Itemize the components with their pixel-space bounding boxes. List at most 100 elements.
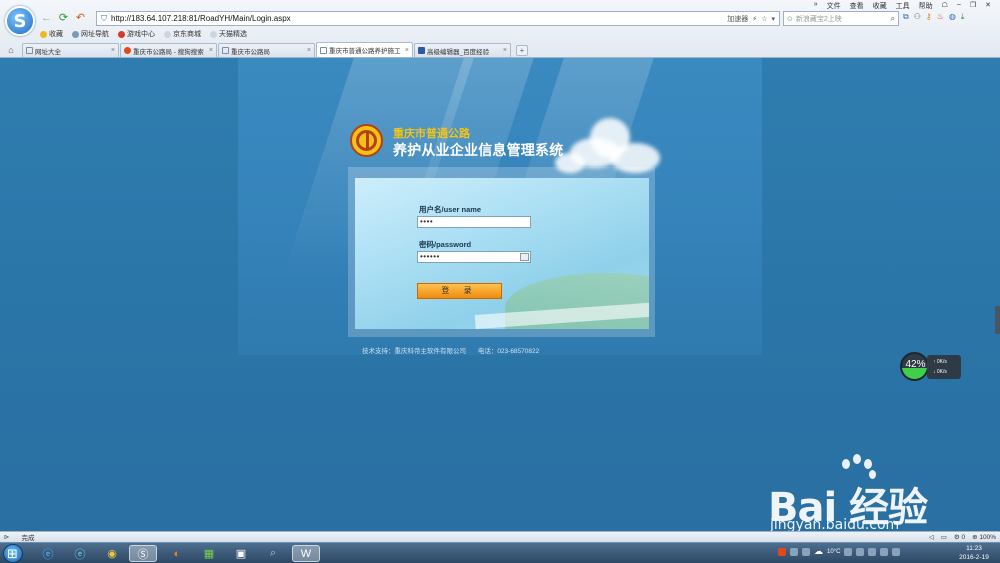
home-icon[interactable]: ⌂	[0, 43, 22, 57]
undo-icon[interactable]: ↶	[74, 12, 87, 25]
tab-close-icon[interactable]: ×	[307, 47, 311, 54]
address-bar[interactable]: ⛉ http://183.64.107.218:81/RoadYH/Main/L…	[96, 11, 780, 26]
dropdown-icon[interactable]: ▾	[771, 15, 775, 23]
tab-close-icon[interactable]: ×	[209, 47, 213, 54]
security-shield-icon: ⛉	[101, 13, 107, 23]
star-icon[interactable]: ☆	[761, 15, 767, 23]
tab-login-system[interactable]: 重庆市普通公路养护施工 ×	[316, 42, 413, 57]
shop-icon[interactable]: ♨	[937, 12, 944, 22]
page-icon	[210, 30, 217, 38]
page-icon	[222, 47, 229, 54]
tray-flag-icon[interactable]	[868, 547, 877, 556]
skin-icon[interactable]: ☖	[941, 1, 949, 11]
zoom-level[interactable]: ⊕ 100%	[972, 533, 996, 541]
menu-view[interactable]: 查看	[849, 1, 865, 11]
browser-chrome: S » 文件 查看 收藏 工具 帮助 ☖ – ❐ ✕ ← ⟳ ↶ ⛉ http:…	[0, 0, 1000, 58]
minimize-icon[interactable]: –	[956, 1, 962, 11]
translate-icon[interactable]: ⧉	[903, 12, 909, 22]
tab-close-icon[interactable]: ×	[405, 47, 409, 54]
search-box[interactable]: ⊙ 新浪藏宝2上映 ⌕	[783, 11, 899, 26]
search-icon-left: ⊙	[787, 15, 793, 23]
bookmark-favorites[interactable]: 收藏	[40, 29, 63, 39]
ie-icon[interactable]: ⓔ	[34, 545, 62, 562]
count-badge[interactable]: ⚙ 0	[954, 533, 965, 541]
username-label: 用户名/user name	[419, 205, 482, 214]
globe-icon[interactable]: ◍	[949, 12, 956, 22]
accelerator-label[interactable]: 加速器	[727, 14, 748, 24]
start-button[interactable]	[3, 544, 23, 563]
tab-editor[interactable]: 高级编辑器_百度经验 ×	[414, 43, 511, 57]
search-input[interactable]: 新浪藏宝2上映	[796, 14, 842, 24]
ie-alt-icon[interactable]: ⓔ	[66, 545, 94, 562]
network-speed-widget[interactable]: 42% ↑ 0K/s ↓ 0K/s	[900, 352, 962, 381]
chrome-like-icon[interactable]: ◉	[98, 545, 126, 562]
sound-icon[interactable]: ◁	[929, 533, 934, 541]
menu-file[interactable]: 文件	[826, 1, 842, 11]
weather-icon[interactable]: ☁	[814, 546, 823, 557]
side-panel-handle[interactable]	[995, 306, 1000, 334]
wps-icon[interactable]: W	[292, 545, 320, 562]
phone-text: 电话：023-68570822	[477, 348, 540, 355]
firefox-icon[interactable]: ◐	[163, 545, 191, 562]
login-button[interactable]: 登 录	[417, 283, 502, 299]
top-menu: » 文件 查看 收藏 工具 帮助 ☖ – ❐ ✕	[813, 1, 992, 11]
org-title: 重庆市普通公路	[393, 128, 470, 140]
menu-help[interactable]: 帮助	[918, 1, 934, 11]
bookmark-bar: 收藏 网址导航 游戏中心 京东商城 天猫精选	[40, 29, 247, 39]
address-url[interactable]: http://183.64.107.218:81/RoadYH/Main/Log…	[111, 14, 291, 23]
tab-highway-bureau[interactable]: 重庆市公路局 ×	[218, 43, 315, 57]
tray-network-icon[interactable]	[880, 547, 889, 556]
bookmark-jd[interactable]: 京东商城	[164, 29, 201, 39]
upload-rate: ↑ 0K/s	[933, 359, 947, 365]
window-icon[interactable]: ▭	[941, 533, 947, 541]
extension-icon[interactable]: ⚇	[914, 12, 921, 22]
tray-sogou-icon[interactable]	[778, 547, 786, 556]
sogou-browser-logo-icon[interactable]: S	[5, 6, 35, 36]
sogou-icon	[124, 47, 131, 54]
page-icon	[320, 46, 327, 54]
password-input[interactable]: ••••••	[417, 251, 531, 263]
password-label: 密码/password	[419, 240, 472, 249]
tray-shield-icon[interactable]	[844, 547, 853, 556]
new-tab-button[interactable]: +	[516, 45, 528, 56]
clock-time: 11:23	[966, 545, 982, 552]
tab-search-results[interactable]: 重庆市公路局 - 搜狗搜索 ×	[120, 43, 217, 57]
menu-favorites[interactable]: 收藏	[872, 1, 888, 11]
game-icon	[118, 30, 125, 38]
close-icon[interactable]: ✕	[984, 1, 992, 11]
refresh-icon[interactable]: ⟳	[57, 12, 70, 25]
tab-close-icon[interactable]: ×	[111, 47, 115, 54]
page-icon	[164, 30, 171, 38]
keyboard-icon[interactable]	[520, 253, 529, 261]
apps-icon[interactable]: ▦	[195, 545, 223, 562]
bookmark-tmall[interactable]: 天猫精选	[210, 29, 247, 39]
key-icon[interactable]: ⚷	[926, 12, 932, 22]
search-icon[interactable]: ⌕	[891, 14, 895, 24]
tab-url-directory[interactable]: 网址大全 ×	[22, 43, 119, 57]
speed-percent: 42%	[905, 359, 926, 370]
editor-icon	[418, 47, 425, 54]
support-text: 技术支持：重庆科帝主软件有限公司	[362, 348, 466, 355]
highway-emblem-logo	[350, 124, 383, 157]
system-clock[interactable]: 11:23 2016-2-19	[954, 544, 994, 562]
tray-app-icon[interactable]	[802, 547, 810, 556]
username-input[interactable]: ••••	[417, 216, 531, 228]
more-icon[interactable]: »	[813, 1, 819, 11]
speed-rates: ↑ 0K/s ↓ 0K/s	[927, 355, 961, 379]
lightning-icon[interactable]: ⚡	[752, 15, 757, 23]
back-icon[interactable]: ←	[40, 12, 53, 25]
menu-tools[interactable]: 工具	[895, 1, 911, 11]
tray-help-icon[interactable]	[790, 547, 798, 556]
search-tool-icon[interactable]: ⌕	[259, 545, 287, 562]
sogou-browser-taskbar-icon[interactable]: Ⓢ	[129, 545, 157, 562]
tray-volume-icon[interactable]	[892, 547, 901, 556]
media-icon[interactable]: ▣	[227, 545, 255, 562]
tab-close-icon[interactable]: ×	[503, 47, 507, 54]
download-rate: ↓ 0K/s	[933, 369, 947, 375]
restore-icon[interactable]: ❐	[969, 1, 977, 11]
download-icon[interactable]: ⤓	[961, 12, 965, 22]
bookmark-games[interactable]: 游戏中心	[118, 29, 155, 39]
nav-buttons: ← ⟳ ↶	[40, 12, 87, 25]
bookmark-nav[interactable]: 网址导航	[72, 29, 109, 39]
tray-qq-icon[interactable]	[856, 547, 865, 556]
